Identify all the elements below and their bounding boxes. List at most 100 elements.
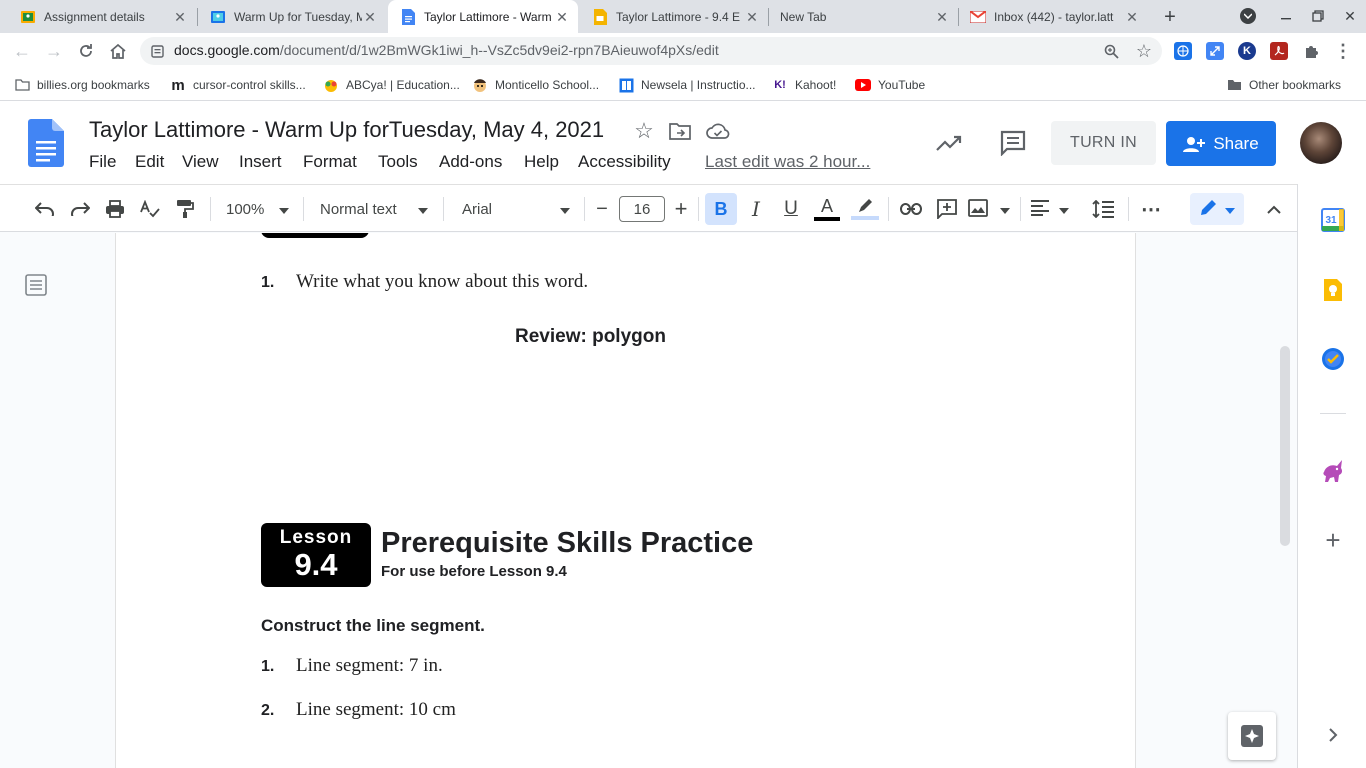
get-add-ons-plus-icon[interactable]: +	[1321, 525, 1345, 555]
undo-icon[interactable]	[32, 196, 58, 222]
italic-icon[interactable]: I	[743, 196, 769, 222]
comment-history-icon[interactable]	[998, 128, 1028, 158]
tab-taylor-lattimore-doc[interactable]: Taylor Lattimore - Warm ✕	[388, 0, 578, 33]
bookmark-monticello[interactable]: Monticello School...	[472, 77, 599, 93]
close-icon[interactable]: ✕	[934, 9, 950, 25]
close-icon[interactable]: ✕	[554, 9, 570, 25]
google-docs-logo-icon[interactable]	[26, 118, 66, 168]
browser-menu-kebab-icon[interactable]: ⋮	[1334, 41, 1352, 61]
decrease-font-size-button[interactable]: −	[590, 196, 614, 222]
font-select[interactable]: Arial	[456, 196, 576, 222]
more-options-icon[interactable]: ⋯	[1138, 196, 1164, 222]
tab-assignment-details[interactable]: Assignment details ✕	[8, 0, 196, 33]
highlight-color-icon[interactable]	[850, 196, 880, 222]
bookmark-abcya[interactable]: ABCya! | Education...	[323, 77, 460, 93]
dropdown-caret-icon	[1059, 202, 1069, 217]
close-icon[interactable]: ✕	[172, 9, 188, 25]
zoom-select[interactable]: 100%	[220, 196, 295, 222]
bookmark-billies[interactable]: billies.org bookmarks	[14, 77, 150, 93]
document-page[interactable]: 1. Write what you know about this word. …	[115, 233, 1136, 768]
collapse-menus-chevron-up-icon[interactable]	[1262, 196, 1286, 222]
tab-search-icon[interactable]	[1240, 8, 1256, 24]
close-window-icon[interactable]: ✕	[1342, 8, 1358, 24]
star-icon[interactable]: ☆	[632, 118, 656, 143]
menu-insert[interactable]: Insert	[239, 152, 282, 172]
close-icon[interactable]: ✕	[1124, 9, 1140, 25]
page-info-icon[interactable]	[150, 44, 164, 58]
move-folder-icon[interactable]	[668, 120, 692, 142]
font-size-input[interactable]: 16	[619, 196, 665, 222]
activity-trend-icon[interactable]	[934, 130, 964, 156]
bold-icon[interactable]: B	[705, 193, 737, 225]
extension-pdf-icon[interactable]	[1270, 42, 1288, 60]
align-left-icon	[1031, 199, 1049, 219]
vertical-scrollbar-thumb[interactable]	[1280, 346, 1290, 546]
bookmark-cursor-control[interactable]: m cursor-control skills...	[170, 77, 305, 94]
forward-arrow-icon[interactable]: →	[44, 41, 64, 61]
zoom-icon[interactable]	[1102, 42, 1120, 60]
close-icon[interactable]: ✕	[362, 9, 378, 25]
last-edit-link[interactable]: Last edit was 2 hour...	[705, 152, 870, 172]
calendar-icon[interactable]: 31	[1321, 208, 1345, 232]
menu-format[interactable]: Format	[303, 152, 357, 172]
bookmark-star-icon[interactable]: ☆	[1134, 41, 1154, 61]
menu-add-ons[interactable]: Add-ons	[439, 152, 502, 172]
extension-k-icon[interactable]: K	[1238, 42, 1256, 60]
line-spacing-icon[interactable]	[1090, 196, 1116, 222]
redo-icon[interactable]	[67, 196, 93, 222]
abcya-icon	[323, 77, 339, 93]
share-button[interactable]: Share	[1166, 121, 1276, 166]
extensions-puzzle-icon[interactable]	[1302, 42, 1320, 60]
new-tab-plus-icon[interactable]: +	[1160, 6, 1180, 28]
align-button[interactable]	[1031, 196, 1069, 222]
toolbar-divider	[303, 197, 304, 221]
tab-gmail[interactable]: Inbox (442) - taylor.latt ✕	[958, 0, 1148, 33]
menu-edit[interactable]: Edit	[135, 152, 164, 172]
tab-slides[interactable]: Taylor Lattimore - 9.4 E ✕	[580, 0, 768, 33]
document-canvas[interactable]: 1. Write what you know about this word. …	[0, 233, 1297, 768]
insert-link-icon[interactable]	[898, 196, 924, 222]
close-icon[interactable]: ✕	[744, 9, 760, 25]
spell-check-icon[interactable]	[137, 196, 163, 222]
other-bookmarks[interactable]: Other bookmarks	[1226, 77, 1341, 93]
menu-help[interactable]: Help	[524, 152, 559, 172]
turn-in-button[interactable]: TURN IN	[1051, 121, 1156, 165]
extension-resize-icon[interactable]	[1206, 42, 1224, 60]
editing-mode-button[interactable]	[1190, 193, 1244, 225]
tab-new-tab[interactable]: New Tab ✕	[768, 0, 958, 33]
unicorn-addon-icon[interactable]	[1320, 458, 1346, 484]
explore-button[interactable]	[1228, 712, 1276, 760]
paint-format-icon[interactable]	[172, 196, 198, 222]
google-slides-icon	[592, 8, 608, 25]
print-icon[interactable]	[102, 196, 128, 222]
increase-font-size-button[interactable]: +	[669, 196, 693, 222]
home-icon[interactable]	[108, 41, 128, 61]
bookmark-label: Newsela | Instructio...	[641, 78, 756, 92]
menu-file[interactable]: File	[89, 152, 116, 172]
bookmark-youtube[interactable]: YouTube	[855, 77, 925, 93]
add-comment-icon[interactable]	[934, 196, 960, 222]
show-side-panel-chevron-right-icon[interactable]	[1323, 725, 1343, 745]
menu-accessibility[interactable]: Accessibility	[578, 152, 671, 172]
document-title[interactable]: Taylor Lattimore - Warm Up forTuesday, M…	[89, 117, 604, 143]
address-bar[interactable]: docs.google.com/document/d/1w2BmWGk1iwi_…	[140, 37, 1162, 65]
extension-globe-icon[interactable]	[1174, 42, 1192, 60]
bookmark-kahoot[interactable]: K! Kahoot!	[772, 77, 836, 93]
underline-icon[interactable]: U	[778, 196, 804, 222]
menu-tools[interactable]: Tools	[378, 152, 418, 172]
restore-icon[interactable]	[1310, 8, 1326, 24]
minimize-icon[interactable]	[1278, 8, 1294, 24]
reload-icon[interactable]	[76, 41, 96, 61]
tab-warm-up[interactable]: Warm Up for Tuesday, M ✕	[198, 0, 386, 33]
cloud-saved-icon[interactable]	[706, 120, 730, 142]
document-outline-icon[interactable]	[24, 273, 48, 297]
avatar[interactable]	[1300, 122, 1342, 164]
tasks-icon[interactable]	[1321, 347, 1345, 371]
paragraph-style-select[interactable]: Normal text	[314, 196, 434, 222]
text-color-icon[interactable]: A	[813, 196, 841, 222]
keep-icon[interactable]	[1321, 278, 1345, 302]
menu-view[interactable]: View	[182, 152, 219, 172]
bookmark-newsela[interactable]: Newsela | Instructio...	[618, 77, 756, 93]
insert-image-button[interactable]	[968, 196, 1010, 222]
back-arrow-icon[interactable]: ←	[12, 41, 32, 61]
